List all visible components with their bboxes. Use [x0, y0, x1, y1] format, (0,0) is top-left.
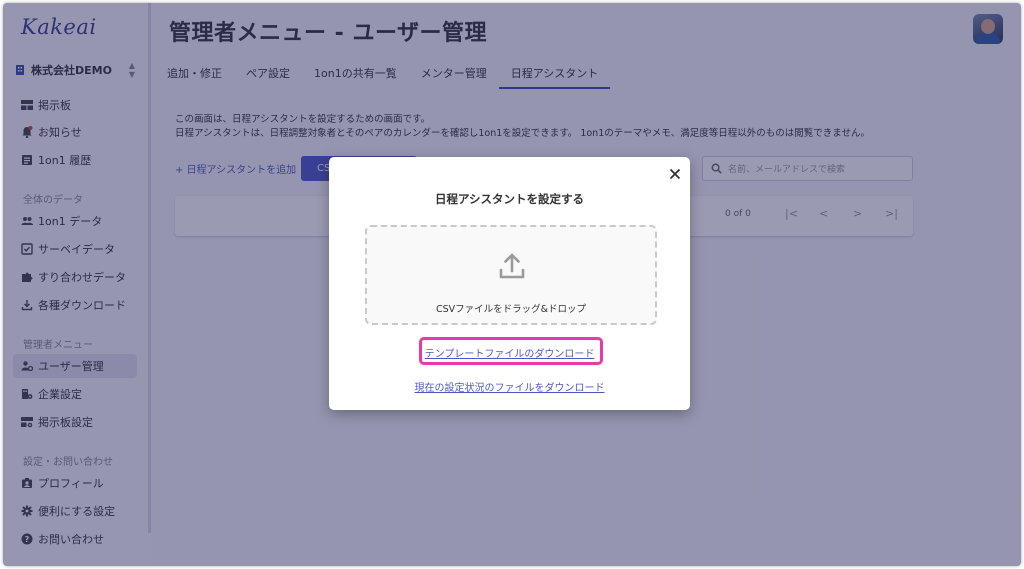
- close-icon[interactable]: [668, 167, 682, 181]
- schedule-assistant-modal: 日程アシスタントを設定する CSVファイルをドラッグ&ドロップ テンプレートファ…: [329, 157, 690, 410]
- app-window: Kakeai 株式会社DEMO ▲ ▼ 掲示板 お知らせ 1on1 履歴 全体のデ…: [3, 3, 1021, 566]
- csv-dropzone[interactable]: CSVファイルをドラッグ&ドロップ: [365, 225, 657, 325]
- upload-icon: [499, 253, 525, 279]
- template-download-link[interactable]: テンプレートファイルのダウンロード: [329, 345, 690, 360]
- dropzone-label: CSVファイルをドラッグ&ドロップ: [435, 304, 587, 315]
- current-settings-download-link[interactable]: 現在の設定状況のファイルをダウンロード: [329, 379, 690, 394]
- modal-title: 日程アシスタントを設定する: [434, 192, 585, 206]
